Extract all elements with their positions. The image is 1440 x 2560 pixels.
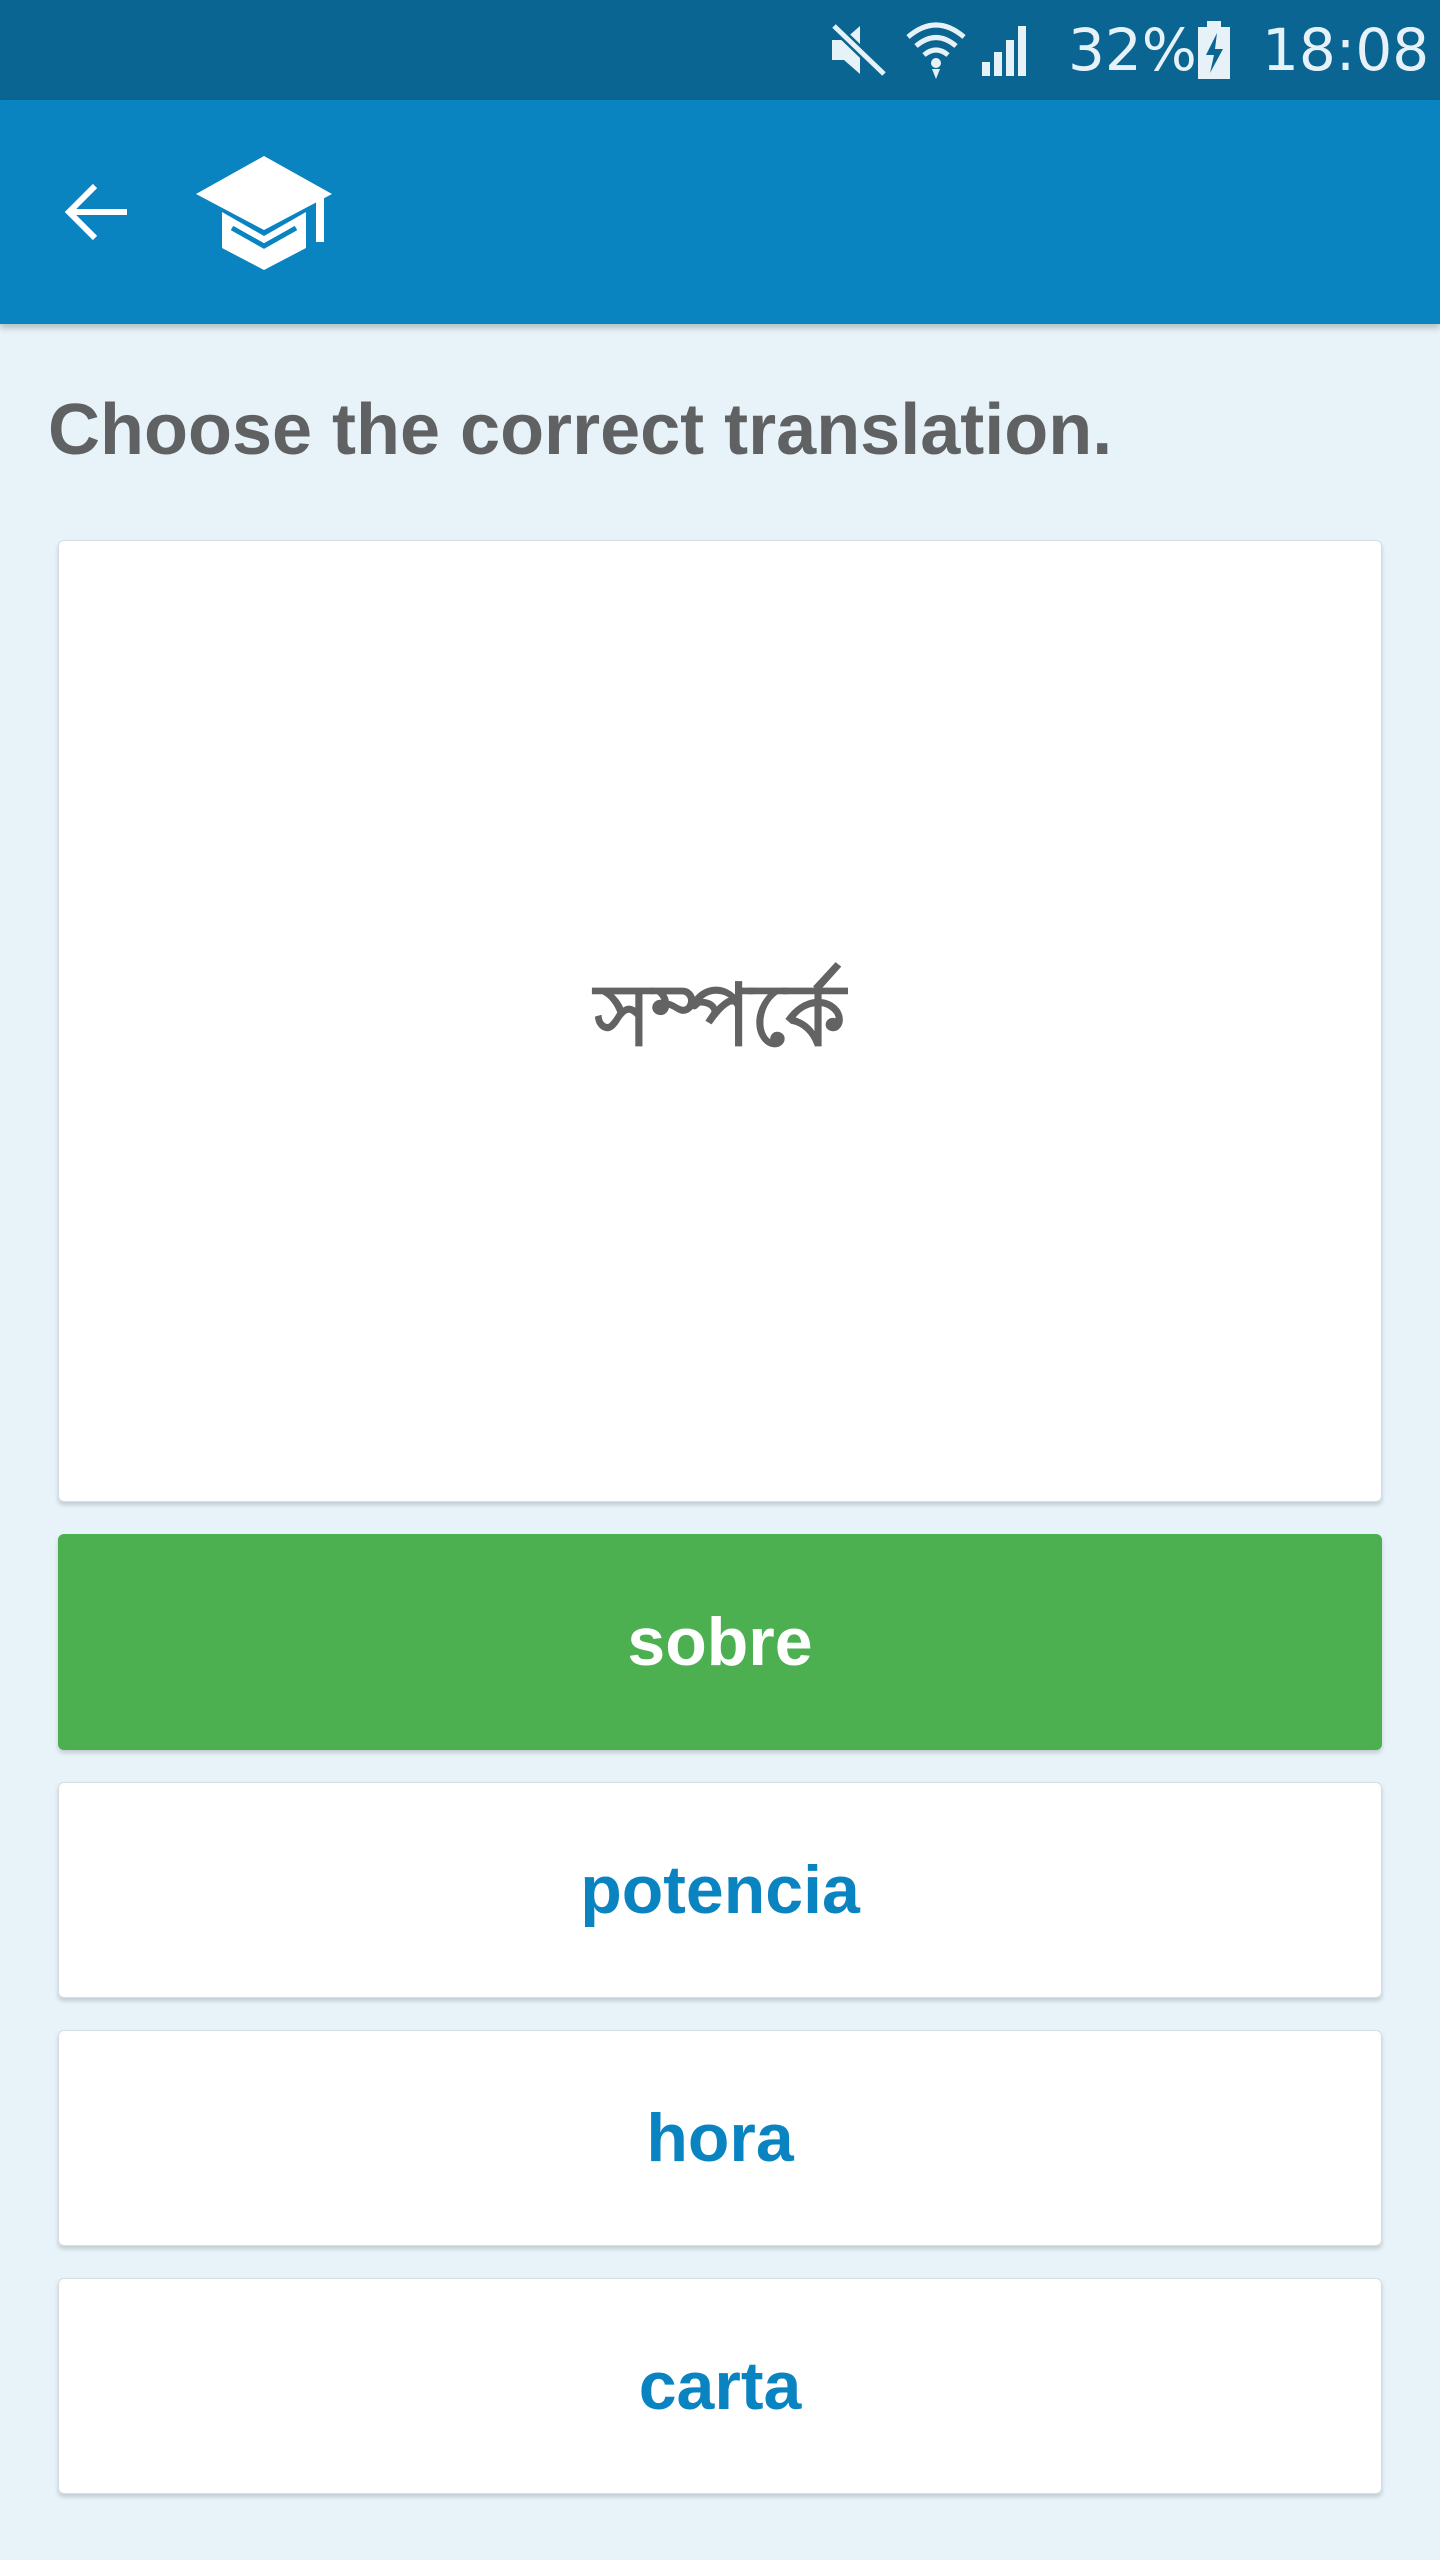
status-bar: 32% 18:08 <box>0 0 1440 100</box>
instruction-heading: Choose the correct translation. <box>48 390 1113 470</box>
app-bar <box>0 100 1440 324</box>
battery-charging-icon <box>1196 0 1234 100</box>
source-word: সম্পর্কে <box>594 965 846 1066</box>
answer-option-4[interactable]: carta <box>58 2278 1382 2494</box>
answer-option-3[interactable]: hora <box>58 2030 1382 2246</box>
answer-option-1[interactable]: sobre <box>58 1534 1382 1750</box>
answer-option-2[interactable]: potencia <box>58 1782 1382 1998</box>
answer-option-label: potencia <box>580 1852 860 1928</box>
mute-icon <box>828 0 890 100</box>
status-time: 18:08 <box>1262 16 1430 84</box>
answer-option-label: hora <box>646 2100 794 2176</box>
wifi-icon <box>904 0 970 100</box>
signal-icon <box>978 0 1036 100</box>
back-arrow-icon <box>64 183 127 241</box>
answer-option-label: sobre <box>627 1604 813 1680</box>
word-card: সম্পর্কে <box>58 540 1382 1502</box>
back-button[interactable] <box>36 152 156 272</box>
answer-option-label: carta <box>638 2348 802 2424</box>
battery-percent: 32% <box>1068 16 1197 84</box>
graduation-cap-icon <box>196 156 332 270</box>
